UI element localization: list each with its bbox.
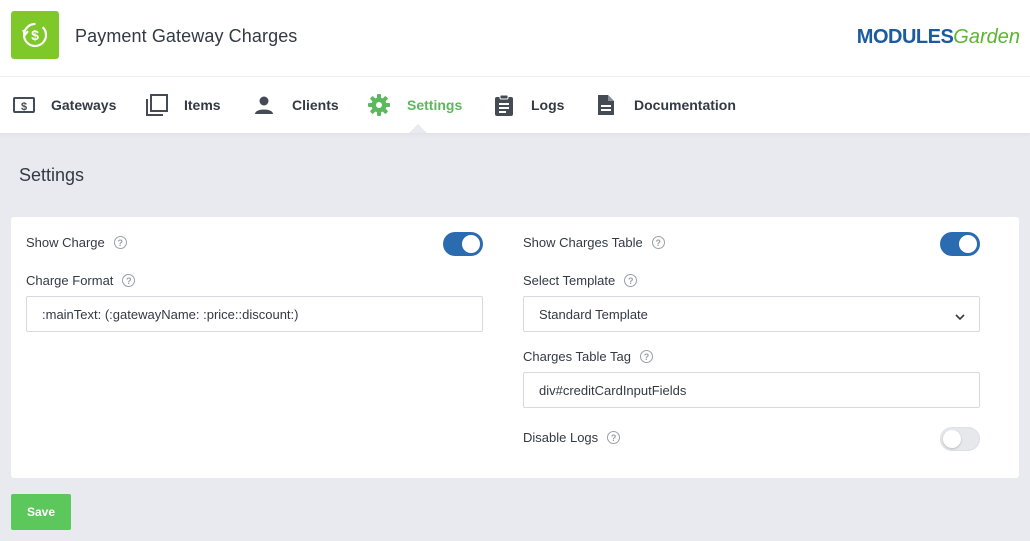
chevron-down-icon [955,310,965,321]
nav-item-logs[interactable]: Logs [492,77,564,133]
nav-label: Settings [407,97,463,113]
show-charges-table-label: Show Charges Table ? [523,235,665,250]
toggle-knob [943,430,961,448]
brand-logo: MODULES Garden [857,22,1020,52]
show-charges-table-text: Show Charges Table [523,235,643,250]
disable-logs-toggle[interactable] [940,427,980,451]
template-select-value: Standard Template [539,306,648,322]
nav-item-items[interactable]: Items [145,77,221,133]
help-icon[interactable]: ? [651,236,665,249]
svg-text:$: $ [31,27,39,43]
select-template-label: Select Template ? [523,273,638,288]
money-icon: $ [12,93,36,117]
charge-format-label: Charge Format ? [26,273,136,288]
clipboard-icon [492,93,516,117]
document-icon [594,93,618,117]
select-template-text: Select Template [523,273,616,288]
help-icon[interactable]: ? [639,350,653,363]
show-charge-label: Show Charge ? [26,235,127,250]
show-charge-text: Show Charge [26,235,105,250]
nav-item-gateways[interactable]: $ Gateways [12,77,116,133]
toggle-knob [462,235,480,253]
charges-table-tag-value: div#creditCardInputFields [539,382,687,398]
brand-part1: MODULES [856,25,954,48]
svg-text:$: $ [21,101,27,113]
disable-logs-text: Disable Logs [523,430,599,445]
app-title: Payment Gateway Charges [75,26,298,46]
nav-label: Gateways [51,97,117,113]
nav-label: Clients [292,97,339,113]
page-title: Settings [19,165,85,185]
help-icon[interactable]: ? [122,274,136,287]
save-button[interactable]: Save [11,494,71,530]
main-nav: $ Gateways Items Clients Settings Logs D… [0,77,1030,133]
nav-label: Items [184,97,221,113]
nav-label: Logs [531,97,565,113]
help-icon[interactable]: ? [113,236,127,249]
nav-label: Documentation [634,97,736,113]
show-charge-toggle[interactable] [443,232,483,256]
brand-part2: Garden [953,25,1020,48]
charge-format-text: Charge Format [26,273,114,288]
template-select[interactable]: Standard Template [523,296,980,332]
nav-item-documentation[interactable]: Documentation [594,77,736,133]
active-tab-caret [409,124,427,133]
nav-item-clients[interactable]: Clients [252,77,339,133]
disable-logs-label: Disable Logs ? [523,430,621,445]
charge-format-input[interactable]: :mainText: (:gatewayName: :price::discou… [26,296,483,332]
copy-icon [145,93,169,117]
charges-table-tag-input[interactable]: div#creditCardInputFields [523,372,980,408]
show-charges-table-toggle[interactable] [940,232,980,256]
charge-format-value: :mainText: (:gatewayName: :price::discou… [42,306,299,322]
toggle-knob [959,235,977,253]
user-icon [252,93,276,117]
help-icon[interactable]: ? [607,431,621,444]
gear-icon [367,93,391,117]
dollar-refresh-icon: $ [11,11,59,59]
app-header: $ Payment Gateway Charges MODULES Garden [0,0,1030,77]
help-icon[interactable]: ? [624,274,638,287]
charges-table-tag-text: Charges Table Tag [523,349,631,364]
settings-card: Show Charge ? Charge Format ? :mainText:… [11,217,1019,478]
charges-table-tag-label: Charges Table Tag ? [523,349,653,364]
